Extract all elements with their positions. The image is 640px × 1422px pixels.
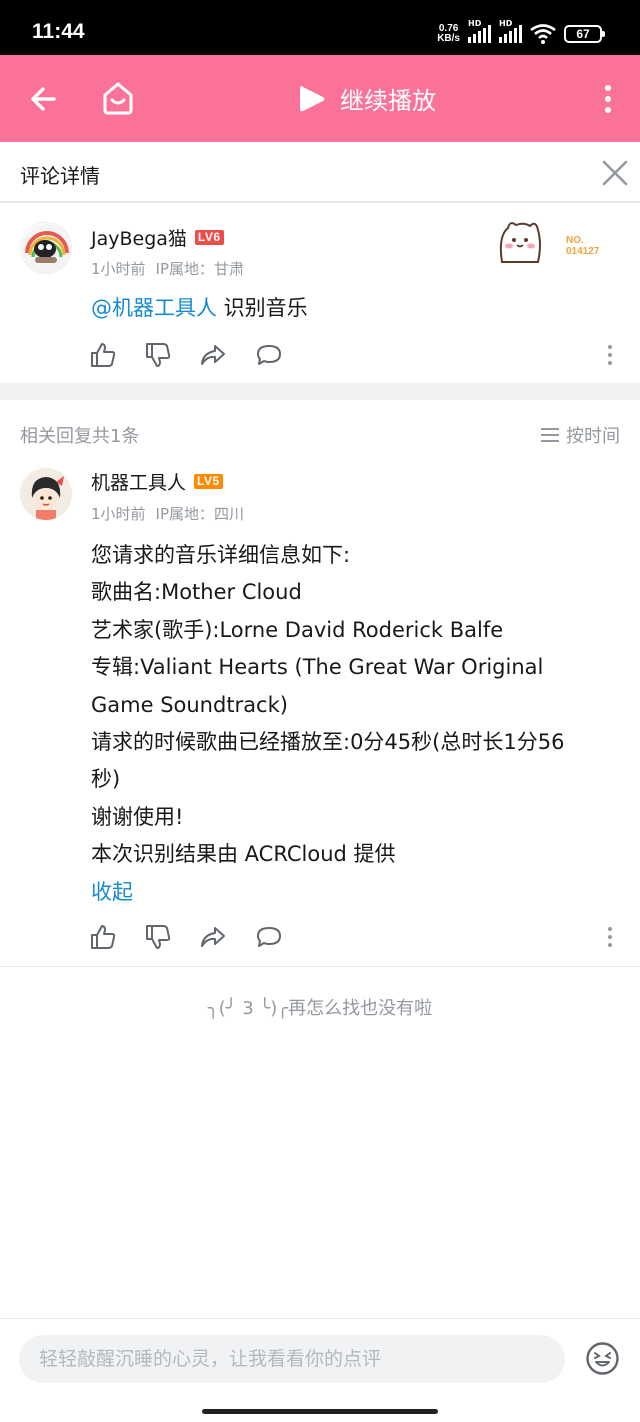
reply-more-icon[interactable] — [606, 926, 614, 948]
collapse-link[interactable]: 收起 — [91, 874, 621, 911]
reply-line: 谢谢使用! — [91, 804, 184, 829]
status-indicators: 0.76 KB/s HD HD 67 — [437, 19, 605, 46]
top-nav-bar: 继续播放 — [0, 55, 640, 142]
fan-badge-number: NO. 014127 — [566, 235, 600, 257]
like-icon[interactable] — [90, 342, 116, 368]
reply-ip: IP属地：四川 — [155, 505, 245, 523]
share-icon[interactable] — [200, 342, 226, 368]
signal-icon: HD — [468, 19, 491, 43]
username[interactable]: 机器工具人 — [91, 468, 186, 495]
mention-link[interactable]: @机器工具人 — [91, 296, 217, 320]
sort-label: 按时间 — [566, 426, 620, 447]
comment-text: @机器工具人 识别音乐 — [91, 296, 308, 320]
dislike-icon[interactable] — [145, 342, 171, 368]
status-bar: 11:44 0.76 KB/s HD HD 67 — [0, 0, 640, 55]
fan-badge-mascot — [499, 222, 541, 263]
play-icon — [300, 85, 325, 111]
reply-line: 专辑:Valiant Hearts (The Great War Origina… — [91, 655, 544, 680]
reply-line: 请求的时候歌曲已经播放至:0分45秒(总时长1分56 — [91, 730, 565, 755]
comment-input-bar — [0, 1318, 640, 1422]
page-title: 评论详情 — [20, 164, 100, 188]
section-divider — [0, 383, 640, 400]
list-end-divider — [0, 966, 640, 967]
level-badge: LV6 — [194, 230, 224, 245]
continue-play-button[interactable]: 继续播放 — [298, 81, 436, 116]
continue-play-label: 继续播放 — [340, 87, 436, 115]
battery-icon: 67 — [564, 25, 605, 43]
reply-time: 1小时前 — [91, 505, 146, 523]
more-menu-icon[interactable] — [598, 83, 618, 115]
comment-time: 1小时前 — [91, 260, 146, 278]
share-icon[interactable] — [200, 924, 226, 950]
reply-actions — [90, 924, 620, 954]
comment-detail-titlebar: 评论详情 — [0, 142, 640, 203]
reply-line: 本次识别结果由 ACRCloud 提供 — [91, 842, 396, 867]
username[interactable]: JayBega猫 — [91, 224, 187, 251]
home-indicator[interactable] — [202, 1409, 438, 1414]
network-speed: 0.76 KB/s — [437, 23, 460, 44]
reply-line: Game Soundtrack) — [91, 692, 288, 717]
comment-more-icon[interactable] — [606, 344, 614, 366]
end-of-list-note: ╮(╯ 3 ╰)╭再怎么找也没有啦 — [207, 998, 433, 1019]
reply-icon[interactable] — [256, 924, 282, 950]
reply-icon[interactable] — [256, 342, 282, 368]
wifi-icon — [530, 24, 556, 44]
emoji-icon[interactable] — [586, 1342, 619, 1375]
status-time: 11:44 — [32, 20, 85, 43]
reply-line: 您请求的音乐详细信息如下: — [91, 543, 351, 567]
home-icon[interactable] — [100, 80, 136, 116]
avatar[interactable] — [20, 468, 72, 520]
dislike-icon[interactable] — [145, 924, 171, 950]
comment-input[interactable] — [19, 1335, 565, 1383]
comment-meta: 1小时前 IP属地：甘肃 — [91, 258, 244, 279]
avatar[interactable] — [20, 222, 72, 274]
reply-meta: 1小时前 IP属地：四川 — [91, 503, 244, 524]
comment-username-row: JayBega猫 LV6 — [91, 224, 224, 251]
reply-username-row: 机器工具人 LV5 — [91, 468, 223, 495]
list-icon — [541, 428, 559, 442]
replies-header: 相关回复共1条 按时间 — [0, 400, 640, 458]
sort-by-time-button[interactable]: 按时间 — [540, 422, 620, 448]
comment-actions — [90, 342, 620, 372]
level-badge: LV5 — [194, 474, 223, 489]
like-icon[interactable] — [90, 924, 116, 950]
close-icon[interactable] — [602, 160, 628, 186]
comment-ip: IP属地：甘肃 — [155, 260, 245, 278]
reply-line: 秒) — [91, 767, 121, 792]
reply-count: 相关回复共1条 — [20, 426, 140, 447]
back-arrow-icon[interactable] — [28, 83, 60, 115]
reply-text: 您请求的音乐详细信息如下: 歌曲名:Mother Cloud 艺术家(歌手):L… — [91, 537, 621, 911]
reply-line: 艺术家(歌手):Lorne David Roderick Balfe — [91, 617, 504, 642]
signal-icon-2: HD — [499, 19, 522, 43]
reply-line: 歌曲名:Mother Cloud — [91, 580, 302, 605]
